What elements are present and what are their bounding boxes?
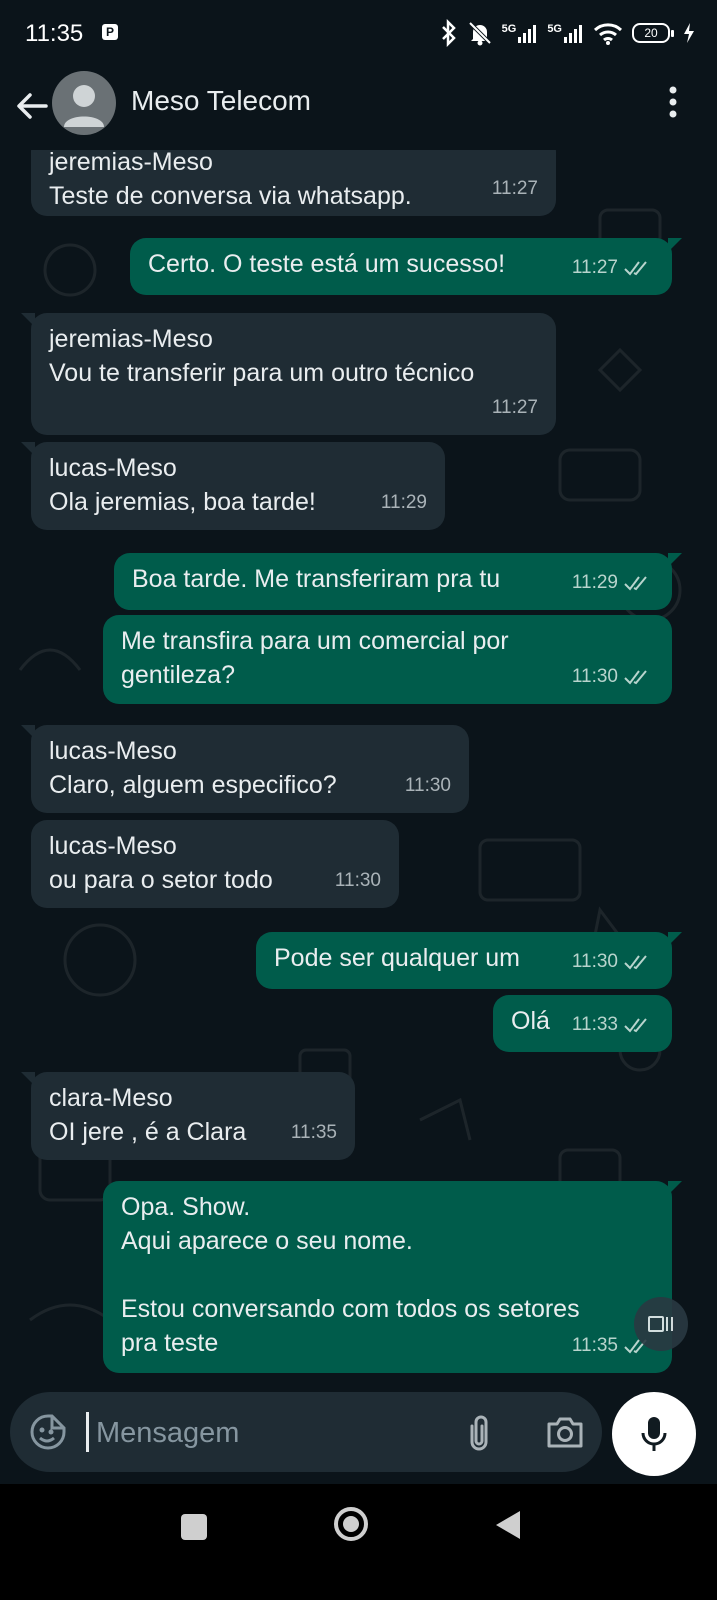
message-time: 11:27: [491, 397, 538, 418]
message-bubble-incoming[interactable]: clara-Meso OI jere , é a Clara 11:35: [21, 1072, 355, 1160]
message-text: Estou conversando com todos os setores: [121, 1295, 580, 1323]
status-bar: 11:35 P 5G 5G 20: [0, 0, 717, 66]
message-meta: 11:27: [572, 251, 654, 285]
floating-window-button[interactable]: [634, 1297, 688, 1351]
message-bubble-outgoing[interactable]: Opa. Show. Aqui aparece o seu nome. Esto…: [103, 1181, 682, 1373]
message-text: Ola jeremias, boa tarde!: [49, 488, 316, 516]
message-list[interactable]: jeremias-Meso Teste de conversa via what…: [0, 150, 717, 1390]
back-arrow-icon[interactable]: [14, 88, 50, 124]
message-meta: 11:33: [572, 1008, 654, 1042]
charging-icon: [684, 23, 694, 43]
signal-1: 5G: [502, 23, 539, 43]
message-text: Me transfira para um comercial por: [121, 627, 509, 655]
sticker-emoji-icon[interactable]: [29, 1413, 67, 1451]
contact-avatar[interactable]: [52, 71, 116, 135]
message-time: 11:30: [571, 951, 618, 972]
message-meta: 11:29: [572, 566, 654, 600]
message-sender: jeremias-Meso: [49, 150, 213, 176]
network-type-1: 5G: [501, 23, 517, 35]
message-time: 11:30: [571, 666, 618, 687]
message-bubble-outgoing[interactable]: Certo. O teste está um sucesso! 11:27: [130, 238, 682, 295]
camera-icon[interactable]: [546, 1414, 584, 1450]
network-type-2: 5G: [547, 23, 562, 35]
message-sender: jeremias-Meso: [49, 325, 213, 353]
message-meta: 11:30: [572, 945, 654, 979]
voice-message-button[interactable]: [612, 1392, 696, 1476]
message-sender: lucas-Meso: [49, 832, 177, 860]
system-nav-bar: [0, 1484, 717, 1600]
message-time: 11:35: [571, 1335, 618, 1356]
message-meta: 11:30: [405, 769, 451, 803]
message-text: Vou te transferir para um outro técnico: [49, 359, 475, 387]
message-bubble-outgoing[interactable]: Pode ser qualquer um 11:30: [256, 932, 682, 989]
message-time: 11:33: [571, 1014, 618, 1035]
message-sender: clara-Meso: [49, 1084, 173, 1112]
microphone-icon: [641, 1417, 667, 1451]
signal-2: 5G: [547, 23, 584, 43]
attach-paperclip-icon[interactable]: [462, 1414, 496, 1452]
nav-back-icon[interactable]: [494, 1509, 522, 1541]
message-time: 11:27: [491, 178, 538, 199]
default-avatar-icon: [64, 85, 104, 127]
home-icon[interactable]: [333, 1506, 369, 1542]
read-ticks-icon: [624, 576, 647, 591]
message-text: [121, 1258, 654, 1292]
message-time: 11:29: [380, 492, 427, 513]
message-meta: 11:27: [492, 172, 538, 206]
message-text: Opa. Show.: [121, 1193, 251, 1221]
message-meta: 11:30: [335, 864, 381, 898]
message-text: ou para o setor todo: [49, 866, 273, 894]
more-options-icon[interactable]: [665, 85, 681, 119]
message-bubble-outgoing[interactable]: Olá 11:33: [493, 995, 672, 1052]
message-bubble-incoming[interactable]: lucas-Meso Ola jeremias, boa tarde! 11:2…: [21, 442, 445, 530]
message-input[interactable]: Mensagem: [96, 1417, 239, 1450]
wifi-icon: [593, 23, 623, 45]
message-bubble-incoming[interactable]: lucas-Meso ou para o setor todo 11:30: [31, 820, 399, 908]
message-meta: 11:35: [291, 1116, 337, 1150]
message-text: Aqui aparece o seu nome.: [121, 1227, 413, 1255]
read-ticks-icon: [624, 1018, 647, 1033]
message-time: 11:30: [404, 775, 451, 796]
signal-bars-icon: [564, 25, 582, 43]
text-cursor: [86, 1412, 89, 1452]
signal-bars-icon: [518, 25, 537, 43]
contact-name[interactable]: Meso Telecom: [131, 85, 311, 117]
message-meta: 11:27: [492, 391, 538, 425]
message-bubble-incoming[interactable]: jeremias-Meso Teste de conversa via what…: [31, 150, 556, 216]
read-ticks-icon: [624, 955, 647, 970]
message-text: Teste de conversa via whatsapp.: [49, 182, 412, 210]
message-time: 11:27: [571, 257, 618, 278]
message-sender: lucas-Meso: [49, 737, 177, 765]
read-ticks-icon: [624, 670, 647, 685]
message-bubble-outgoing[interactable]: Me transfira para um comercial por genti…: [103, 615, 672, 704]
chat-header: Meso Telecom: [0, 66, 717, 150]
message-bubble-incoming[interactable]: lucas-Meso Claro, alguem especifico? 11:…: [21, 725, 469, 813]
bluetooth-icon: [441, 19, 456, 47]
read-ticks-icon: [624, 261, 647, 276]
pip-icon: [648, 1316, 673, 1332]
message-sender: lucas-Meso: [49, 454, 177, 482]
message-time: 11:30: [334, 870, 381, 891]
message-time: 11:35: [290, 1122, 337, 1143]
battery-indicator: 20: [632, 23, 674, 43]
status-time: 11:35: [25, 20, 84, 47]
message-meta: 11:30: [572, 660, 654, 694]
recent-apps-icon[interactable]: [181, 1514, 207, 1540]
message-bubble-outgoing[interactable]: Boa tarde. Me transferiram pra tu 11:29: [114, 553, 682, 610]
message-bubble-incoming[interactable]: jeremias-Meso Vou te transferir para um …: [21, 313, 556, 435]
message-time: 11:29: [571, 572, 618, 593]
status-icons: 5G 5G 20: [440, 18, 695, 48]
message-text: Claro, alguem especifico?: [49, 771, 337, 799]
battery-level: 20: [632, 23, 670, 43]
message-meta: 11:29: [381, 486, 427, 520]
notification-badge: P: [102, 24, 118, 40]
mute-bell-icon: [468, 21, 492, 46]
message-composer: Mensagem: [10, 1392, 602, 1472]
